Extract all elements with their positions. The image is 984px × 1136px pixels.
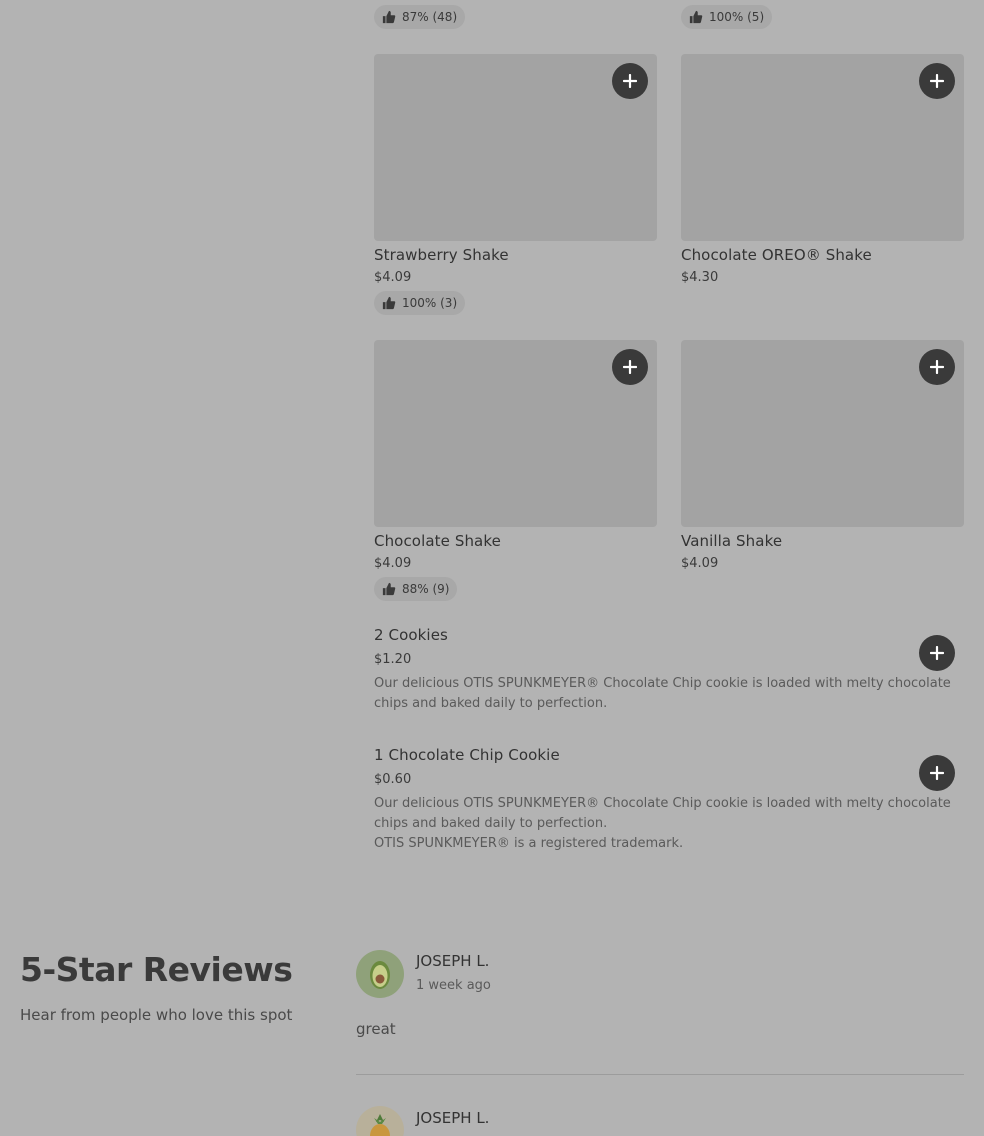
reviews-section-subtitle: Hear from people who love this spot — [20, 1006, 293, 1024]
pineapple-icon — [370, 1114, 390, 1136]
add-item-button[interactable] — [612, 349, 648, 385]
rating-badge: 88% (9) — [374, 577, 458, 601]
thumbs-up-icon — [382, 10, 396, 24]
reviews-section-title: 5-Star Reviews — [20, 950, 293, 989]
plus-icon — [930, 646, 944, 660]
rating-badge: 100% (3) — [374, 291, 466, 315]
add-item-button[interactable] — [919, 349, 955, 385]
item-name[interactable]: 2 Cookies — [374, 626, 448, 644]
reviewer-name: JOSEPH L. — [416, 952, 490, 970]
thumbs-up-icon — [382, 296, 396, 310]
plus-icon — [930, 766, 944, 780]
item-name[interactable]: Chocolate OREO® Shake — [681, 246, 872, 264]
item-price: $0.60 — [374, 772, 412, 787]
item-description: Our delicious OTIS SPUNKMEYER® Chocolate… — [374, 794, 954, 854]
review-time: 1 week ago — [416, 978, 491, 993]
add-item-button[interactable] — [612, 63, 648, 99]
avatar — [356, 950, 404, 998]
add-item-button[interactable] — [919, 755, 955, 791]
item-name[interactable]: Chocolate Shake — [374, 532, 501, 550]
item-price: $4.09 — [374, 556, 412, 571]
item-price: $4.30 — [681, 270, 719, 285]
plus-icon — [930, 360, 944, 374]
item-price: $4.09 — [681, 556, 719, 571]
avatar — [356, 1106, 404, 1136]
avocado-icon — [370, 961, 390, 989]
item-price: $1.20 — [374, 652, 412, 667]
rating-badge: 87% (48) — [374, 5, 466, 29]
item-description: Our delicious OTIS SPUNKMEYER® Chocolate… — [374, 674, 954, 714]
rating-text: 100% (3) — [402, 296, 458, 310]
item-name[interactable]: 1 Chocolate Chip Cookie — [374, 746, 560, 764]
thumbs-up-icon — [689, 10, 703, 24]
rating-text: 100% (5) — [709, 10, 765, 24]
item-name[interactable]: Strawberry Shake — [374, 246, 509, 264]
item-name[interactable]: Vanilla Shake — [681, 532, 782, 550]
description-line: Our delicious OTIS SPUNKMEYER® Chocolate… — [374, 796, 951, 811]
plus-icon — [623, 74, 637, 88]
plus-icon — [930, 74, 944, 88]
add-item-button[interactable] — [919, 635, 955, 671]
review-text: great — [356, 1020, 396, 1038]
description-line: chips and baked daily to perfection. — [374, 696, 608, 711]
description-line: OTIS SPUNKMEYER® is a registered tradema… — [374, 836, 684, 851]
divider — [356, 1074, 964, 1075]
rating-text: 87% (48) — [402, 10, 458, 24]
reviewer-name: JOSEPH L. — [416, 1109, 490, 1127]
thumbs-up-icon — [382, 582, 396, 596]
rating-badge: 100% (5) — [681, 5, 773, 29]
add-item-button[interactable] — [919, 63, 955, 99]
description-line: Our delicious OTIS SPUNKMEYER® Chocolate… — [374, 676, 951, 691]
rating-text: 88% (9) — [402, 582, 450, 596]
item-price: $4.09 — [374, 270, 412, 285]
plus-icon — [623, 360, 637, 374]
description-line: chips and baked daily to perfection. — [374, 816, 608, 831]
